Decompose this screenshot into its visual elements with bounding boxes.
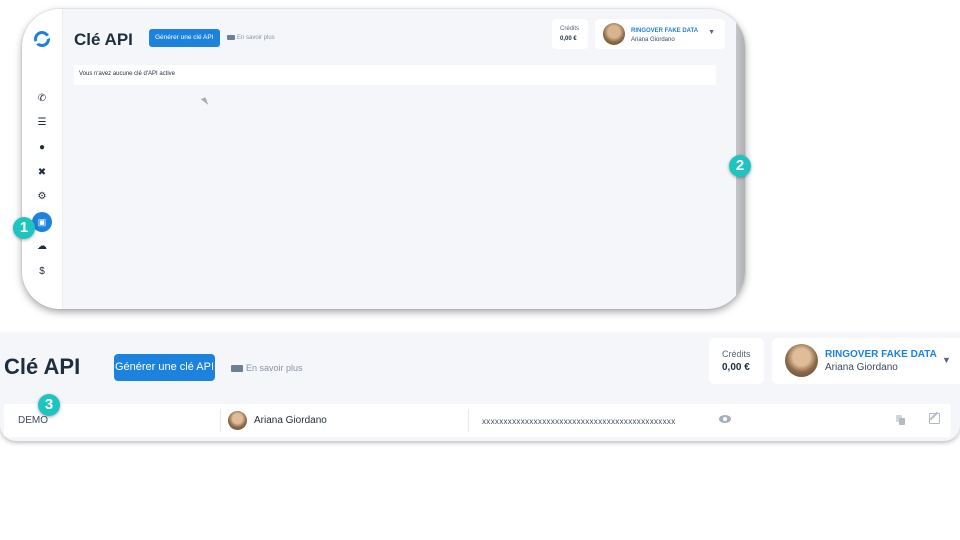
avatar bbox=[603, 23, 625, 45]
eye-icon[interactable] bbox=[719, 415, 731, 423]
page-title: Clé API bbox=[4, 354, 81, 379]
owner-avatar bbox=[228, 411, 247, 430]
user-menu[interactable]: RINGOVER FAKE DATA Ariana Giordano ▼ bbox=[595, 19, 725, 49]
ringover-logo-icon bbox=[34, 31, 50, 47]
edit-icon[interactable] bbox=[929, 413, 940, 424]
app-window-preview: ✆ ☰ ● ✖ ⚙ ▣ ☁ $ Clé API Générer une clé … bbox=[22, 9, 745, 309]
user-menu[interactable]: RINGOVER FAKE DATA Ariana Giordano ▼ bbox=[772, 338, 960, 384]
step-badge-1: 1 bbox=[13, 217, 35, 239]
column-divider bbox=[468, 409, 469, 432]
credits-value: 0,00 € bbox=[722, 362, 750, 373]
tools-icon[interactable]: ✖ bbox=[32, 165, 52, 181]
api-key-name: DEMO bbox=[18, 415, 48, 426]
credits-box: Crédits 0,00 € bbox=[709, 338, 764, 384]
generate-api-key-button[interactable]: Générer une clé API bbox=[114, 354, 215, 381]
credits-box: Crédits 0,00 € bbox=[552, 19, 588, 49]
user-name: Ariana Giordano bbox=[631, 37, 675, 43]
credits-value: 0,00 € bbox=[560, 36, 577, 42]
page-title: Clé API bbox=[74, 30, 133, 49]
list-icon[interactable]: ☰ bbox=[32, 115, 52, 131]
generate-api-key-button[interactable]: Générer une clé API bbox=[149, 29, 220, 47]
learn-more-label: En savoir plus bbox=[237, 35, 275, 42]
company-name: RINGOVER FAKE DATA bbox=[825, 349, 937, 360]
step-badge-2: 2 bbox=[729, 155, 751, 177]
copy-icon[interactable] bbox=[896, 415, 905, 425]
avatar bbox=[785, 344, 818, 377]
credits-label: Crédits bbox=[560, 26, 580, 32]
phone-icon[interactable]: ✆ bbox=[32, 91, 52, 107]
cloud-icon[interactable]: ☁ bbox=[32, 239, 52, 255]
learn-more-label: En savoir plus bbox=[246, 363, 303, 373]
chevron-down-icon[interactable]: ▼ bbox=[708, 29, 715, 36]
api-key-list-panel: Clé API Générer une clé API En savoir pl… bbox=[0, 333, 960, 441]
api-icon[interactable]: ▣ bbox=[32, 212, 52, 232]
company-name: RINGOVER FAKE DATA bbox=[631, 28, 699, 34]
sidebar: ✆ ☰ ● ✖ ⚙ ▣ ☁ $ bbox=[22, 9, 63, 309]
api-key-value: xxxxxxxxxxxxxxxxxxxxxxxxxxxxxxxxxxxxxxxx… bbox=[482, 417, 676, 426]
mouse-cursor-icon bbox=[200, 97, 209, 107]
learn-more-link[interactable]: En savoir plus bbox=[231, 363, 303, 373]
step-badge-3: 3 bbox=[38, 394, 60, 416]
chevron-down-icon[interactable]: ▼ bbox=[942, 355, 951, 365]
column-divider bbox=[220, 409, 221, 432]
globe-icon[interactable]: ● bbox=[32, 140, 52, 156]
credits-label: Crédits bbox=[722, 349, 751, 359]
empty-state-bar: Vous n'avez aucune clé d'API active bbox=[74, 65, 716, 85]
empty-state-message: Vous n'avez aucune clé d'API active bbox=[79, 71, 176, 77]
user-name: Ariana Giordano bbox=[825, 362, 898, 373]
api-key-row: DEMO Ariana Giordano xxxxxxxxxxxxxxxxxxx… bbox=[4, 404, 951, 437]
learn-more-link[interactable]: En savoir plus bbox=[227, 35, 275, 41]
code-icon bbox=[227, 35, 235, 40]
gear-icon[interactable]: ⚙ bbox=[32, 189, 52, 205]
dollar-icon[interactable]: $ bbox=[32, 264, 52, 280]
code-icon bbox=[231, 365, 243, 373]
api-key-owner: Ariana Giordano bbox=[254, 415, 327, 426]
